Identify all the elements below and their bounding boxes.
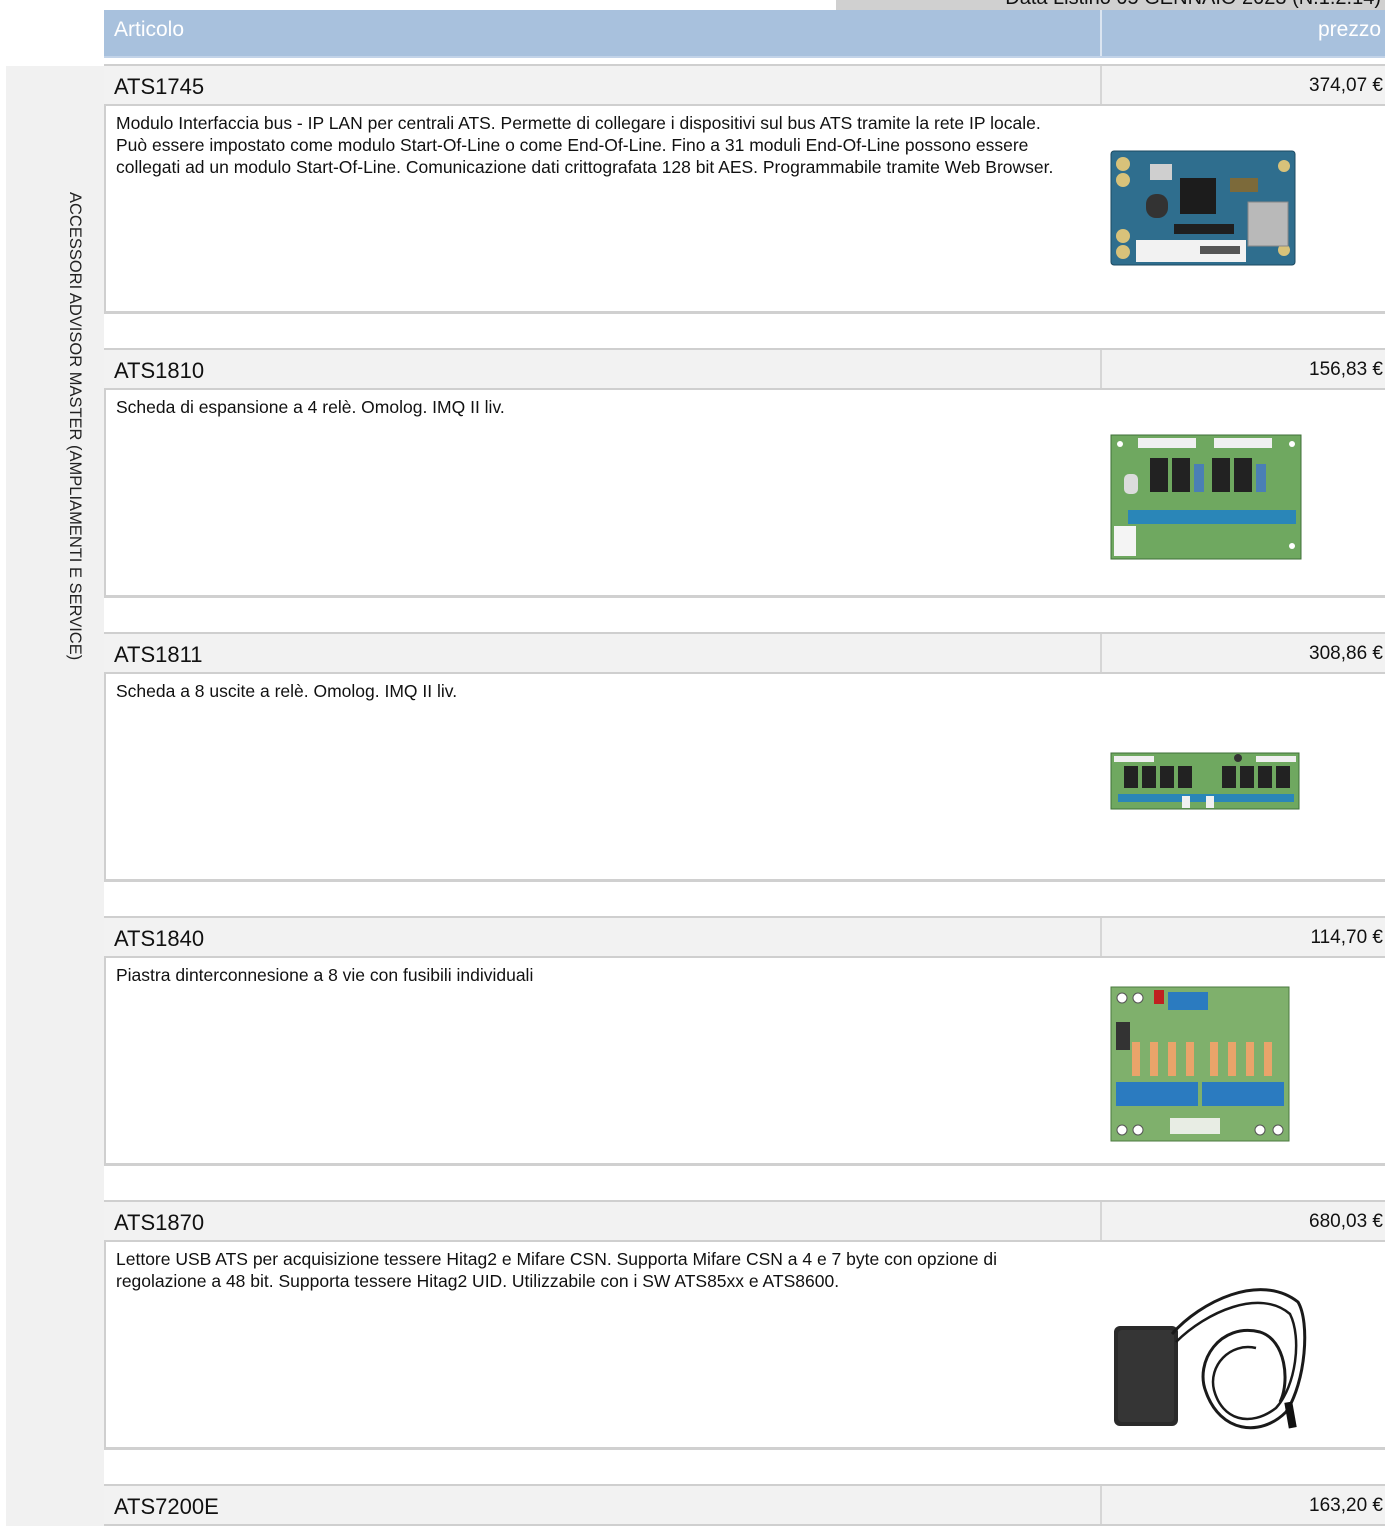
product-code: ATS1810: [114, 358, 205, 383]
product-title-row: ATS1870 680,03 €: [104, 1200, 1385, 1242]
product-price: 374,07 €: [1309, 75, 1383, 96]
column-header-article: Articolo: [114, 18, 185, 41]
product-price: 163,20 €: [1309, 1495, 1383, 1516]
product-title-row: ATS1811 308,86 €: [104, 632, 1385, 674]
product-price: 308,86 €: [1309, 643, 1383, 664]
product-price: 680,03 €: [1309, 1211, 1383, 1232]
usb-card-reader-icon: [1114, 1288, 1307, 1430]
column-header-price: prezzo: [1317, 18, 1381, 41]
listing-date: Data Listino 05 GENNAIO 2023 (N.1.2.14): [1005, 0, 1381, 10]
product-title-row: ATS7200E 163,20 €: [104, 1484, 1385, 1526]
bus-ip-interface-board-icon: [1110, 150, 1296, 266]
product-description: Lettore USB ATS per acquisizione tessere…: [116, 1249, 997, 1291]
product-title-row: ATS1810 156,83 €: [104, 348, 1385, 390]
product-price: 114,70 €: [1310, 927, 1383, 948]
usb-card-reader-image: [1110, 1262, 1310, 1443]
product-code: ATS1811: [114, 642, 203, 667]
product-body: Lettore USB ATS per acquisizione tessere…: [104, 1242, 1385, 1450]
product-body: Scheda a 8 uscite a relè. Omolog. IMQ II…: [104, 674, 1385, 882]
title-divider: [1100, 634, 1102, 672]
8-way-fuse-interconnect-board-image: [1110, 986, 1290, 1147]
product-code: ATS1870: [114, 1210, 205, 1235]
product-description: Scheda a 8 uscite a relè. Omolog. IMQ II…: [116, 681, 458, 701]
product-body: Scheda di espansione a 4 relè. Omolog. I…: [104, 390, 1385, 598]
product-code: ATS1745: [114, 74, 205, 99]
product-code: ATS1840: [114, 926, 205, 951]
title-divider: [1100, 350, 1102, 388]
bus-ip-interface-board-image: [1110, 150, 1296, 271]
category-sidebar: ACCESSORI ADVISOR MASTER (AMPLIAMENTI E …: [6, 66, 104, 1526]
product-code: ATS7200E: [114, 1494, 219, 1519]
product-body: Modulo Interfaccia bus - IP LAN per cent…: [104, 106, 1385, 314]
table-header: Articolo prezzo: [104, 10, 1385, 58]
listing-date-strip: Data Listino 05 GENNAIO 2023 (N.1.2.14): [836, 0, 1385, 10]
8-relay-output-board-image: [1110, 752, 1300, 815]
8-relay-output-board-icon: [1110, 752, 1300, 810]
title-divider: [1100, 66, 1102, 104]
product-body: Piastra dinterconnesione a 8 vie con fus…: [104, 958, 1385, 1166]
category-label: ACCESSORI ADVISOR MASTER (AMPLIAMENTI E …: [66, 192, 84, 661]
product-description: Piastra dinterconnesione a 8 vie con fus…: [116, 965, 534, 985]
4-relay-expansion-board-icon: [1110, 434, 1302, 560]
product-description: Scheda di espansione a 4 relè. Omolog. I…: [116, 397, 505, 417]
header-divider: [1100, 10, 1102, 56]
title-divider: [1100, 1202, 1102, 1240]
4-relay-expansion-board-image: [1110, 434, 1302, 565]
title-divider: [1100, 918, 1102, 956]
product-description: Modulo Interfaccia bus - IP LAN per cent…: [116, 113, 1054, 177]
product-title-row: ATS1840 114,70 €: [104, 916, 1385, 958]
product-title-row: ATS1745 374,07 €: [104, 64, 1385, 106]
title-divider: [1100, 1486, 1102, 1524]
product-price: 156,83 €: [1309, 359, 1383, 380]
8-way-fuse-interconnect-board-icon: [1110, 986, 1290, 1142]
